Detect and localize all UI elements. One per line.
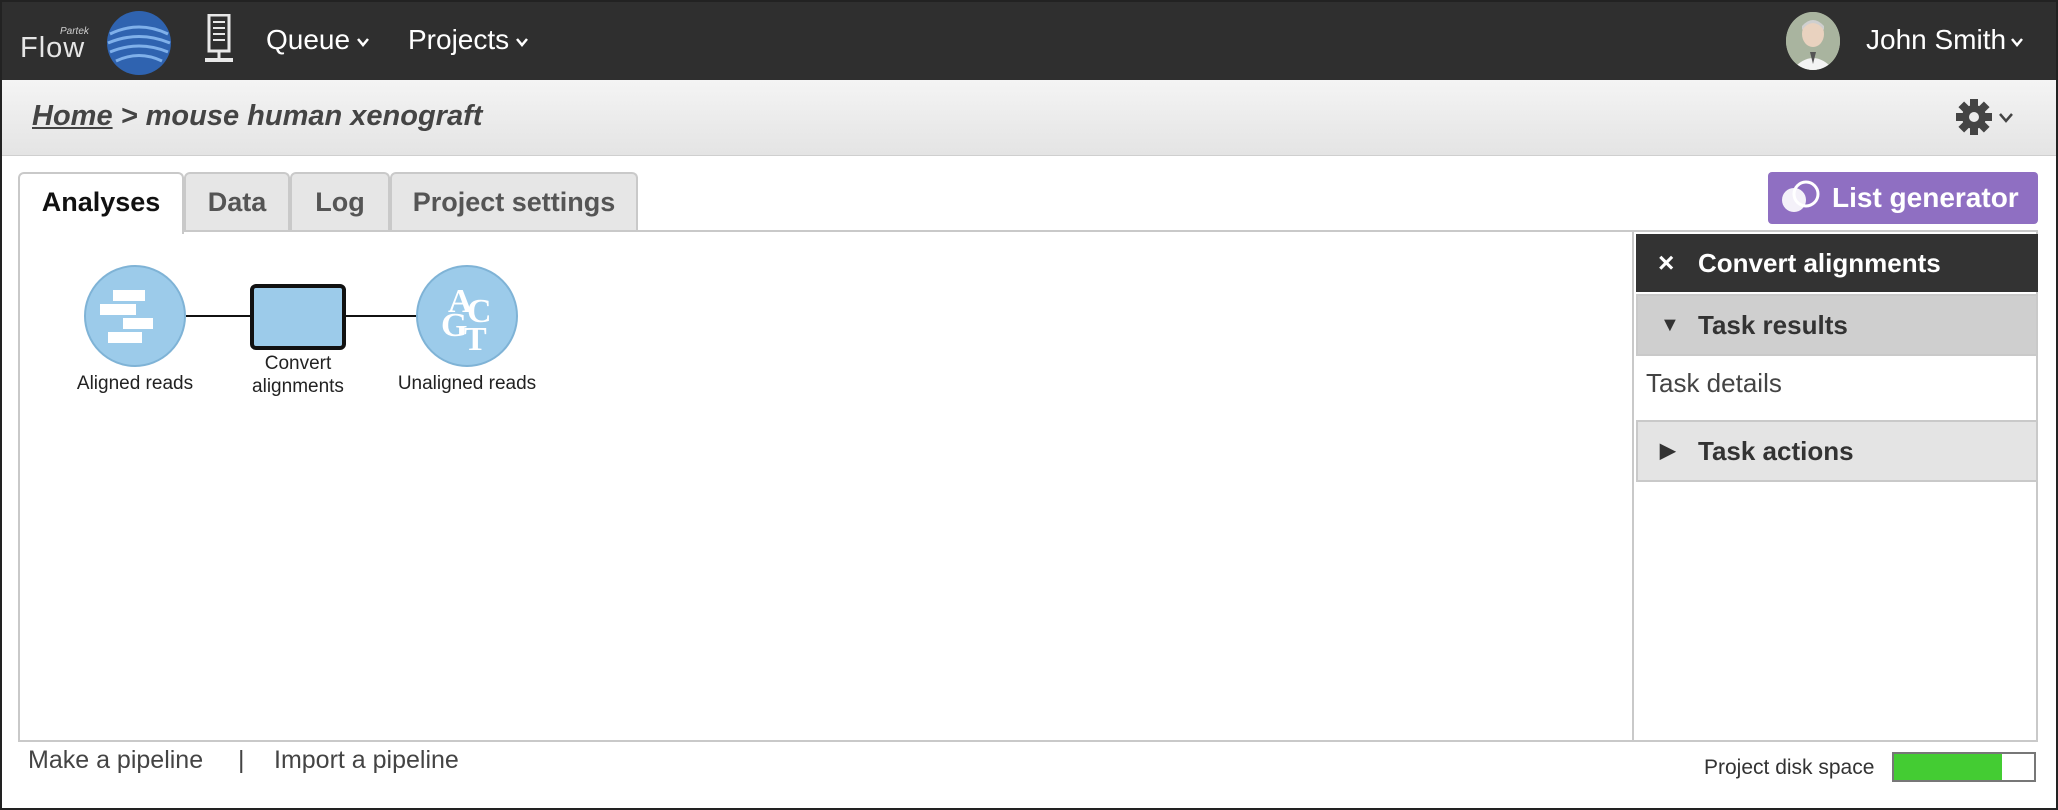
- breadcrumb-bar: Home > mouse human xenograft: [2, 80, 2056, 156]
- venn-icon: [1782, 180, 1820, 212]
- aligned-reads-node-label[interactable]: Aligned reads: [65, 372, 205, 395]
- task-results-accordion[interactable]: ▼ Task results: [1636, 294, 2038, 356]
- tab-label: Analyses: [41, 187, 161, 217]
- aligned-reads-icon: [84, 265, 186, 367]
- tab-label: Log: [315, 187, 365, 217]
- user-avatar[interactable]: [1786, 12, 1840, 70]
- task-panel-title: Convert alignments: [1698, 248, 1941, 278]
- chevron-down-icon: [357, 37, 370, 47]
- triangle-down-icon: ▼: [1660, 314, 1680, 336]
- task-actions-accordion[interactable]: ▶ Task actions: [1636, 420, 2038, 482]
- tab-label: Data: [207, 187, 267, 217]
- pipeline-graph: A C G T: [84, 265, 518, 367]
- convert-alignments-node-label[interactable]: Convert alignments: [228, 352, 368, 398]
- chevron-down-icon: [2011, 37, 2024, 47]
- unaligned-reads-node-label[interactable]: Unaligned reads: [392, 372, 542, 395]
- tab-log[interactable]: Log: [290, 172, 390, 232]
- projects-menu-label: Projects: [408, 24, 510, 55]
- gear-icon[interactable]: [1952, 94, 2022, 140]
- list-generator-label: List generator: [1832, 182, 2019, 213]
- disk-space-label: Project disk space: [1704, 756, 1875, 779]
- logo-brand-name: Flow: [20, 32, 86, 64]
- partek-flow-logo[interactable]: Partek Flow: [20, 10, 180, 75]
- user-photo-icon: [1786, 12, 1840, 70]
- triangle-right-icon: ▶: [1660, 440, 1676, 462]
- acgt-icon: A C G T: [416, 265, 518, 367]
- user-name: John Smith: [1866, 24, 2007, 55]
- chevron-down-icon: [516, 37, 529, 47]
- list-generator-button[interactable]: List generator: [1768, 172, 2038, 224]
- import-pipeline-link[interactable]: Import a pipeline: [274, 746, 459, 775]
- user-menu[interactable]: John Smith: [1866, 24, 2024, 56]
- close-icon[interactable]: ×: [1658, 234, 1674, 292]
- top-navbar: Partek Flow Queue Projects John Smith: [2, 2, 2056, 80]
- task-panel: × Convert alignments ▼ Task results Task…: [1632, 232, 2038, 740]
- task-actions-label: Task actions: [1698, 436, 1854, 466]
- task-results-label: Task results: [1698, 310, 1848, 340]
- tab-project-settings[interactable]: Project settings: [390, 172, 638, 232]
- tab-data[interactable]: Data: [184, 172, 290, 232]
- task-panel-header: × Convert alignments: [1636, 234, 2038, 292]
- make-pipeline-link[interactable]: Make a pipeline: [28, 746, 203, 775]
- tab-label: Project settings: [412, 187, 616, 217]
- tab-analyses[interactable]: Analyses: [18, 172, 184, 234]
- disk-space-fill: [1894, 754, 2002, 780]
- projects-menu[interactable]: Projects: [408, 24, 529, 56]
- breadcrumb-project-name: mouse human xenograft: [145, 100, 483, 132]
- task-details-link[interactable]: Task details: [1646, 368, 1782, 399]
- queue-menu[interactable]: Queue: [266, 24, 370, 56]
- svg-text:T: T: [464, 321, 487, 358]
- queue-menu-label: Queue: [266, 24, 351, 55]
- footer-separator: |: [238, 746, 245, 774]
- globe-icon: [107, 11, 171, 75]
- disk-space-bar: [1892, 752, 2036, 782]
- breadcrumb-home-link[interactable]: Home: [32, 100, 113, 132]
- breadcrumb: Home > mouse human xenograft: [32, 100, 482, 133]
- server-icon[interactable]: [202, 14, 236, 66]
- convert-alignments-task-box: [250, 284, 346, 350]
- breadcrumb-separator: >: [112, 100, 146, 132]
